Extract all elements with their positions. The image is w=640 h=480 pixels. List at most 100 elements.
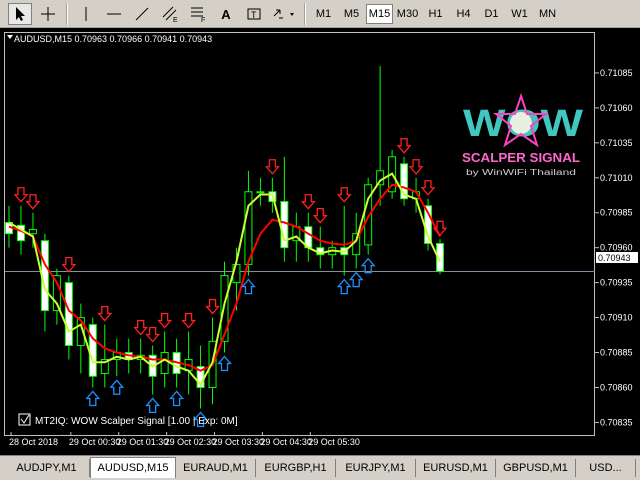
sell-arrow-icon	[312, 208, 328, 224]
sell-arrow-icon	[157, 312, 173, 329]
fibonacci-icon: F	[191, 7, 205, 23]
sell-arrow-icon	[432, 220, 448, 237]
timeframe-w1-button[interactable]: W1	[506, 4, 533, 24]
equidistant-channel-button[interactable]: E	[158, 3, 182, 25]
sell-arrow-icon	[420, 180, 436, 196]
timeframe-mn-button[interactable]: MN	[534, 4, 561, 24]
timeframe-m5-button[interactable]: M5	[338, 4, 365, 24]
sell-arrow-icon	[133, 319, 149, 336]
sell-arrow-icon	[264, 159, 280, 175]
buy-arrow-icon	[348, 271, 364, 288]
current-price-text: 0.70943	[598, 253, 631, 263]
chart-tab[interactable]: USD...	[576, 459, 636, 477]
svg-text:E: E	[173, 17, 178, 23]
buy-arrow-icon	[336, 278, 352, 295]
svg-text:F: F	[201, 17, 205, 23]
price-chart[interactable]: AUDUSD,M15 0.70963 0.70966 0.70941 0.709…	[0, 28, 640, 455]
x-tick-label: 29 Oct 04:30	[260, 437, 312, 447]
vertical-line-icon	[85, 7, 87, 21]
x-tick-label: 29 Oct 05:30	[308, 437, 360, 447]
timeframe-h1-button[interactable]: H1	[422, 4, 449, 24]
x-tick-label: 29 Oct 02:30	[165, 437, 217, 447]
bull-candle	[28, 229, 37, 235]
chart-tab[interactable]: EURJPY,M1	[336, 459, 416, 477]
x-tick-label: 28 Oct 2018	[9, 437, 58, 447]
current-price-marker: 0.70943	[596, 252, 638, 263]
arrows-icon	[273, 9, 294, 19]
y-tick-label: 0.71035	[600, 138, 633, 148]
sell-arrow-icon	[205, 298, 220, 315]
crosshair-tool-button[interactable]	[36, 3, 60, 25]
sell-arrow-icon	[300, 194, 316, 210]
bear-candle	[88, 324, 97, 377]
indicator-text: MT2IQ: WOW Scalper Signal [1.00 | Exp: 0…	[35, 416, 238, 427]
buy-arrow-icon	[145, 397, 161, 414]
bear-candle	[64, 282, 73, 347]
timeframe-m1-button[interactable]: M1	[310, 4, 337, 24]
sell-arrow-icon	[336, 187, 352, 203]
y-tick-label: 0.70910	[600, 313, 633, 323]
sell-arrow-icon	[145, 326, 161, 343]
logo-star-icon	[510, 112, 532, 134]
label-icon: T	[247, 8, 261, 20]
y-tick-label: 0.70860	[600, 382, 633, 392]
text-label-button[interactable]: T	[242, 3, 266, 25]
y-tick-label: 0.71060	[600, 103, 633, 113]
buy-arrow-icon	[241, 278, 256, 295]
x-tick-label: 29 Oct 00:30	[69, 437, 121, 447]
y-tick-label: 0.70960	[600, 243, 633, 253]
chart-tab[interactable]: EURAUD,M1	[176, 459, 256, 477]
horizontal-line-icon	[107, 13, 121, 15]
sell-arrow-icon	[408, 159, 424, 175]
logo-byline: by WinWiFi Thailand	[466, 168, 576, 177]
x-tick-label: 29 Oct 03:30	[213, 437, 265, 447]
timeframe-m15-button[interactable]: M15	[366, 4, 393, 24]
horizontal-line-button[interactable]	[102, 3, 126, 25]
channel-icon: E	[162, 6, 178, 23]
buy-arrow-icon	[169, 390, 185, 407]
chart-tab[interactable]: EURGBP,H1	[256, 459, 336, 477]
bull-candle	[160, 352, 169, 374]
x-tick-label: 29 Oct 01:30	[117, 437, 169, 447]
buy-arrow-icon	[109, 379, 125, 395]
bull-candle	[256, 191, 265, 194]
chart-tab[interactable]: AUDUSD,M15	[90, 457, 176, 478]
buy-arrow-icon	[217, 355, 232, 372]
sell-arrow-icon	[61, 256, 77, 273]
chart-tab[interactable]: EURUSD,M1	[416, 459, 496, 477]
chart-header: AUDUSD,M15 0.70963 0.70966 0.70941 0.709…	[14, 34, 212, 44]
y-tick-label: 0.70835	[600, 417, 633, 427]
y-tick-label: 0.70935	[600, 278, 633, 288]
logo-tagline: SCALPER SIGNAL	[462, 150, 580, 165]
fibonacci-button[interactable]: F	[186, 3, 210, 25]
cursor-icon	[16, 7, 25, 21]
y-tick-label: 0.70985	[600, 208, 633, 218]
timeframe-h4-button[interactable]: H4	[450, 4, 477, 24]
sell-arrow-icon	[13, 187, 29, 203]
timeframe-d1-button[interactable]: D1	[478, 4, 505, 24]
chart-menu-triangle-icon	[7, 35, 13, 39]
y-tick-label: 0.71010	[600, 173, 633, 183]
trendline-icon	[135, 7, 149, 21]
text-tool-button[interactable]: A	[214, 3, 238, 25]
sell-arrow-icon	[181, 312, 196, 329]
buy-arrow-icon	[360, 257, 376, 274]
chart-tab[interactable]: AUDJPY,M1	[4, 459, 90, 477]
vertical-line-button[interactable]	[74, 3, 98, 25]
timeframe-m30-button[interactable]: M30	[394, 4, 421, 24]
chart-tab[interactable]: GBPUSD,M1	[496, 459, 576, 477]
sell-arrow-icon	[396, 138, 412, 154]
svg-text:T: T	[251, 10, 257, 20]
y-tick-label: 0.70885	[600, 348, 633, 358]
buy-arrow-icon	[85, 390, 101, 407]
toolbar: E F A T M1 M5 M15 M30 H1 H4 D1 W1 MN	[0, 0, 640, 28]
wow-logo: WOW SCALPER SIGNAL by WinWiFi Thailand	[462, 92, 583, 177]
cursor-tool-button[interactable]	[8, 3, 32, 25]
trendline-button[interactable]	[130, 3, 154, 25]
y-tick-label: 0.71085	[600, 68, 633, 78]
crosshair-icon	[41, 7, 55, 21]
arrows-dropdown-button[interactable]	[270, 3, 300, 25]
sell-arrow-icon	[97, 305, 113, 322]
indicator-label: MT2IQ: WOW Scalper Signal [1.00 | Exp: 0…	[18, 413, 238, 427]
sell-arrow-icon	[25, 194, 41, 210]
